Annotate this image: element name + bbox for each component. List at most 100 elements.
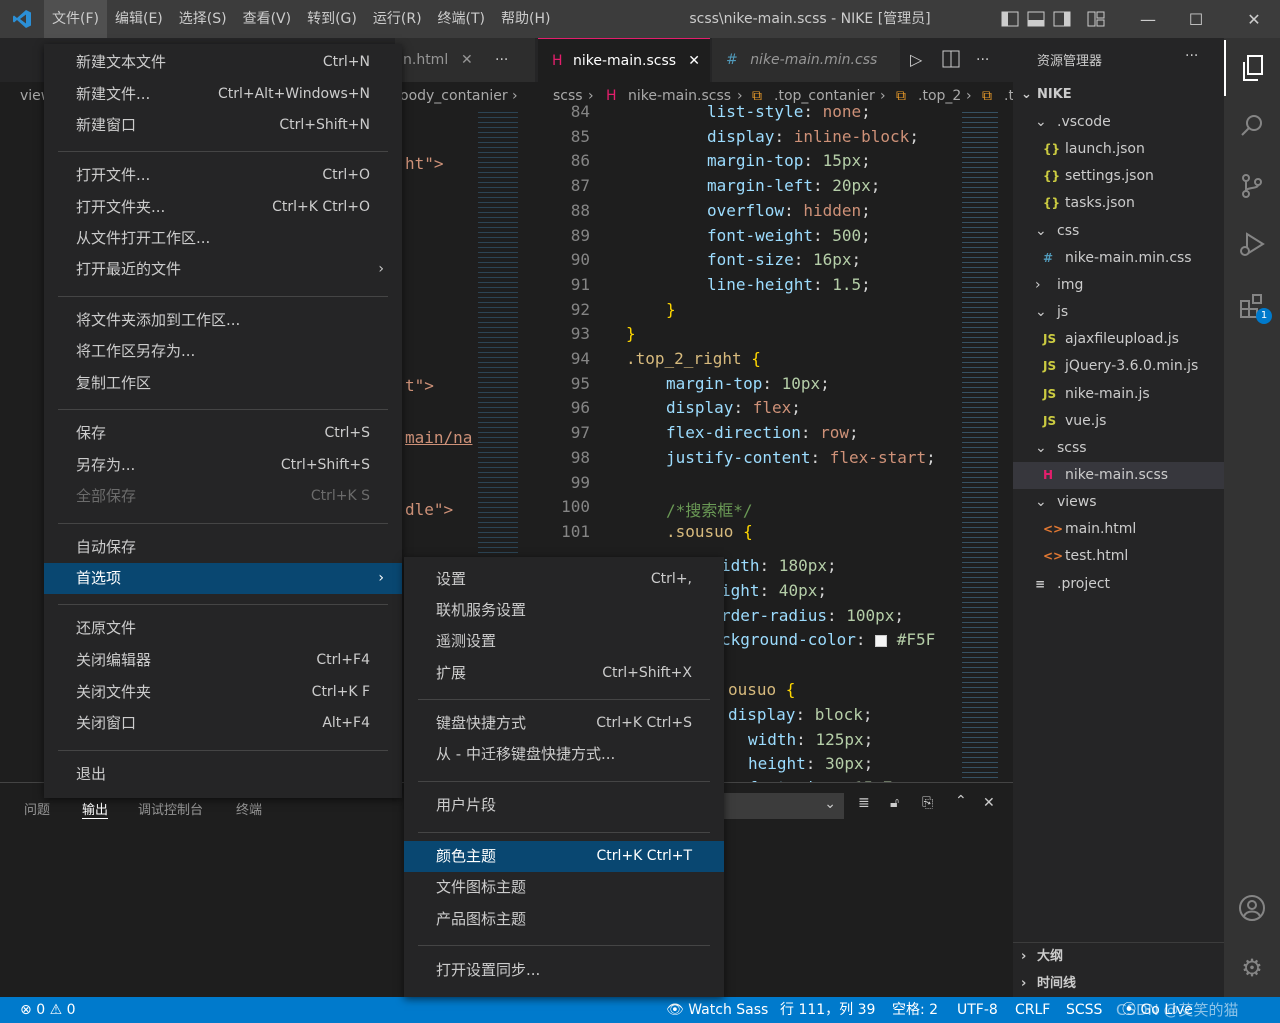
account-icon[interactable] [1224,880,1280,936]
minimap[interactable] [962,110,998,782]
breadcrumb-left-partial-2[interactable]: oody_contanier [400,82,508,110]
extensions-icon[interactable]: 1 [1224,278,1280,334]
menu-file[interactable]: 文件(F) [44,0,107,38]
output-channel-select[interactable]: ⌄ [724,793,844,819]
explorer-item-folder-views[interactable]: ⌄ views [1013,489,1224,516]
indentation[interactable]: 空格: 2 [892,997,938,1023]
menu-item-extensions[interactable]: 扩展 Ctrl+Shift+X [404,658,724,689]
split-editor-icon[interactable] [942,50,960,72]
explorer-item-folder-js[interactable]: ⌄ js [1013,299,1224,326]
menu-run[interactable]: 运行(R) [365,0,430,38]
menu-item-new-window[interactable]: 新建窗口 Ctrl+Shift+N [44,110,402,141]
close-icon[interactable]: ✕ [461,38,473,82]
panel-tab-debug-console[interactable]: 调试控制台 [138,799,203,818]
close-icon[interactable]: ✕ [688,39,700,83]
menu-item-color-theme[interactable]: 颜色主题 Ctrl+K Ctrl+T [404,841,724,872]
menu-item-close-folder[interactable]: 关闭文件夹 Ctrl+K F [44,677,402,708]
minimize-icon[interactable]: — [1128,0,1168,38]
explorer-item-file-nike-main-js[interactable]: JS nike-main.js [1013,381,1224,408]
source-control-icon[interactable] [1224,158,1280,214]
breadcrumb-item[interactable]: .top_2 [918,82,961,110]
cursor-position[interactable]: 行 111，列 39 [780,997,875,1023]
panel-tab-problems[interactable]: 问题 [24,799,50,818]
filter-lines-icon[interactable]: ≣ [858,795,870,811]
run-icon[interactable]: ▷ [910,38,922,82]
menu-item-close-editor[interactable]: 关闭编辑器 Ctrl+F4 [44,645,402,676]
menu-selection[interactable]: 选择(S) [171,0,235,38]
close-window-icon[interactable]: ✕ [1234,0,1274,38]
menu-item-save-as[interactable]: 另存为... Ctrl+Shift+S [44,450,402,481]
explorer-icon[interactable] [1224,40,1280,96]
explorer-item-file-tasks-json[interactable]: {} tasks.json [1013,190,1224,217]
outline-section[interactable]: › 大纲 [1013,943,1224,970]
explorer-root[interactable]: ⌄ NIKE [1013,81,1224,108]
encoding[interactable]: UTF-8 [957,997,998,1023]
language-mode[interactable]: SCSS [1066,997,1102,1023]
explorer-item-file-ajaxfileupload-js[interactable]: JS ajaxfileupload.js [1013,326,1224,353]
menu-item-settings-sync[interactable]: 打开设置同步... [404,955,724,986]
menu-item-new-file[interactable]: 新建文件... Ctrl+Alt+Windows+N [44,79,402,110]
menu-edit[interactable]: 编辑(E) [107,0,171,38]
tab-html[interactable]: n.html ✕ ··· [395,38,535,82]
menu-item-product-icon-theme[interactable]: 产品图标主题 [404,904,724,935]
menu-item-telemetry[interactable]: 遥测设置 [404,626,724,657]
menu-item-revert-file[interactable]: 还原文件 [44,613,402,644]
panel-tab-terminal[interactable]: 终端 [236,799,262,818]
explorer-item-file-main-html[interactable]: <> main.html [1013,516,1224,543]
clear-output-icon[interactable]: ⎘ [922,795,933,811]
menu-item-auto-save[interactable]: 自动保存 [44,532,402,563]
menu-item-duplicate-workspace[interactable]: 复制工作区 [44,368,402,399]
explorer-item-file-settings-json[interactable]: {} settings.json [1013,163,1224,190]
menu-item-save-all[interactable]: 全部保存 Ctrl+K S [44,481,402,512]
menu-item-settings[interactable]: 设置 Ctrl+, [404,564,724,595]
explorer-item-folder-scss[interactable]: ⌄ scss [1013,435,1224,462]
end-of-line[interactable]: CRLF [1015,997,1050,1023]
close-panel-icon[interactable]: ✕ [983,795,995,811]
explorer-item-folder-img[interactable]: › img [1013,272,1224,299]
more-actions-icon[interactable]: ··· [976,38,989,82]
more-actions-icon[interactable]: ··· [1185,48,1198,64]
maximize-icon[interactable]: ☐ [1176,0,1216,38]
explorer-item-file-project[interactable]: ≡ .project [1013,571,1224,598]
menu-item-preferences[interactable]: 首选项 › [44,563,402,594]
explorer-item-file-nike-main-scss[interactable]: ᕼ nike-main.scss [1013,461,1224,489]
menu-item-add-folder[interactable]: 将文件夹添加到工作区... [44,305,402,336]
menu-help[interactable]: 帮助(H) [493,0,558,38]
watch-sass-button[interactable]: 👁︎ Watch Sass [666,997,768,1023]
explorer-item-file-nike-main-min-css[interactable]: # nike-main.min.css [1013,245,1224,272]
menu-view[interactable]: 查看(V) [235,0,300,38]
gear-icon[interactable]: ⚙ [1224,940,1280,996]
menu-go[interactable]: 转到(G) [299,0,365,38]
maximize-panel-icon[interactable]: ⌃ [955,793,967,809]
menu-terminal[interactable]: 终端(T) [430,0,493,38]
menu-item-save[interactable]: 保存 Ctrl+S [44,418,402,449]
run-debug-icon[interactable] [1224,216,1280,272]
tab-nike-main-min-css[interactable]: # nike-main.min.css [712,38,900,82]
tab-nike-main-scss[interactable]: ᕼ nike-main.scss ✕ [538,38,710,82]
menu-item-open-folder[interactable]: 打开文件夹... Ctrl+K Ctrl+O [44,192,402,223]
menu-item-open-workspace[interactable]: 从文件打开工作区... [44,223,402,254]
customize-layout-icon[interactable] [1076,0,1116,38]
menu-item-user-snippets[interactable]: 用户片段 [404,790,724,821]
more-actions-icon[interactable]: ··· [495,38,508,82]
menu-item-migrate-shortcuts[interactable]: 从 - 中迁移键盘快捷方式... [404,739,724,770]
search-icon[interactable] [1224,98,1280,154]
menu-item-open-file[interactable]: 打开文件... Ctrl+O [44,160,402,191]
menu-item-open-recent[interactable]: 打开最近的文件 › [44,254,402,285]
explorer-item-file-test-html[interactable]: <> test.html [1013,543,1224,570]
panel-tab-output[interactable]: 输出 [82,799,109,819]
explorer-item-file-jquery-js[interactable]: JS jQuery-3.6.0.min.js [1013,353,1224,380]
lock-icon[interactable]: 🔓︎ [890,795,899,811]
menu-item-exit[interactable]: 退出 [44,759,402,790]
explorer-item-folder-css[interactable]: ⌄ css [1013,218,1224,245]
menu-item-keyboard-shortcuts[interactable]: 键盘快捷方式 Ctrl+K Ctrl+S [404,708,724,739]
menu-item-file-icon-theme[interactable]: 文件图标主题 [404,872,724,903]
timeline-section[interactable]: › 时间线 [1013,970,1224,997]
explorer-item-folder-vscode[interactable]: ⌄ .vscode [1013,109,1224,136]
menu-item-new-text-file[interactable]: 新建文本文件 Ctrl+N [44,47,402,78]
menu-item-close-window[interactable]: 关闭窗口 Alt+F4 [44,708,402,739]
explorer-item-file-launch-json[interactable]: {} launch.json [1013,136,1224,163]
explorer-item-file-vue-js[interactable]: JS vue.js [1013,408,1224,435]
problems-status[interactable]: ⊗ 0 ⚠ 0 [20,997,76,1023]
menu-item-save-workspace-as[interactable]: 将工作区另存为... [44,336,402,367]
